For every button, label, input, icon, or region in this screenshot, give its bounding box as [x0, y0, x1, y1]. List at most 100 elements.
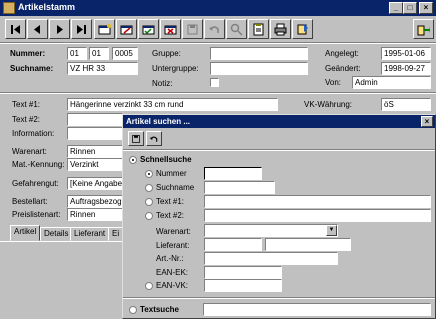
preislistenart-input[interactable]: Rinnen [67, 208, 123, 221]
nummer-part3-input[interactable]: 0005 [112, 47, 138, 60]
tools-button[interactable] [292, 19, 313, 39]
notes-button[interactable] [248, 19, 269, 39]
header-separator [0, 92, 436, 94]
dialog-title: Artikel suchen ... [126, 117, 191, 126]
gefahrengut-label: Gefahrengut: [12, 179, 59, 188]
dialog-suchname-label: Suchname [156, 183, 195, 192]
nummer-part2-input[interactable]: 01 [89, 47, 109, 60]
information-label: Information: [12, 129, 55, 138]
dialog-toolbar-separator [123, 149, 435, 151]
search-icon [230, 23, 243, 36]
print-button[interactable] [270, 19, 291, 39]
app-icon [3, 2, 15, 14]
textsuche-radio[interactable] [129, 306, 137, 314]
dialog-eanek-input[interactable] [204, 266, 282, 279]
gruppe-label: Gruppe: [152, 49, 181, 58]
dialog-lieferant-code-input[interactable] [204, 238, 262, 251]
eanvk-radio[interactable] [145, 282, 153, 290]
exit-button[interactable] [413, 19, 434, 39]
von-field: Admin [352, 76, 431, 89]
tab-details[interactable]: Details [40, 227, 73, 241]
close-button[interactable]: × [419, 2, 433, 14]
untergruppe-label: Untergruppe: [152, 64, 199, 73]
next-record-button[interactable] [49, 19, 70, 39]
matkennung-input[interactable]: Verzinkt [67, 158, 123, 171]
text1-radio[interactable] [145, 198, 153, 206]
dialog-text1-label: Text #1: [156, 197, 185, 206]
tab-panel-edge [0, 241, 122, 242]
text2-input[interactable] [67, 113, 123, 126]
dialog-artnr-label: Art.-Nr.: [156, 254, 184, 263]
previous-record-icon [34, 24, 40, 34]
nummer-part1-input[interactable]: 01 [67, 47, 87, 60]
information-input[interactable] [67, 127, 123, 140]
text2-label: Text #2: [12, 115, 41, 124]
vk-waehrung-input[interactable]: öS [381, 98, 431, 111]
search-button[interactable] [226, 19, 247, 39]
dialog-eanvk-input[interactable] [204, 279, 282, 292]
dialog-save-button[interactable] [128, 131, 144, 146]
bestellart-label: Bestellart: [12, 197, 48, 206]
last-record-button[interactable] [71, 19, 92, 39]
toolbar-separator [0, 42, 436, 44]
preislistenart-label: Preislistenart: [12, 210, 61, 219]
matkennung-label: Mat.-Kennung: [12, 160, 65, 169]
text1-input[interactable]: Hängerinne verzinkt 33 cm rund [67, 98, 278, 111]
copy-record-button[interactable] [138, 19, 159, 39]
chevron-down-icon[interactable]: ▼ [326, 225, 337, 236]
search-dialog: Artikel suchen ... × Schnellsuche Nummer… [122, 114, 436, 319]
geaendert-field: 1998-09-27 [381, 62, 431, 75]
schnellsuche-radio[interactable] [129, 156, 137, 164]
angelegt-label: Angelegt: [325, 49, 359, 58]
tools-icon [297, 23, 308, 34]
gruppe-input[interactable] [210, 47, 308, 60]
suchname-input[interactable]: VZ HR 33 [67, 62, 138, 75]
edit-record-button[interactable] [116, 19, 137, 39]
dialog-section-separator [123, 297, 435, 299]
nummer-radio[interactable] [145, 170, 153, 178]
dialog-textsuche-input[interactable] [203, 303, 431, 316]
notiz-label: Notiz: [152, 79, 173, 88]
textsuche-label: Textsuche [140, 305, 179, 314]
edit-record-icon [120, 25, 133, 34]
dialog-suchname-input[interactable] [204, 181, 275, 194]
dialog-lieferant-name-input[interactable] [265, 238, 351, 251]
delete-record-button[interactable] [160, 19, 181, 39]
von-label: Von: [325, 78, 342, 87]
tab-einkauf[interactable]: Ei [108, 227, 124, 241]
dialog-undo-button[interactable] [146, 131, 162, 146]
window-title: Artikelstamm [18, 2, 76, 12]
text2-radio[interactable] [145, 212, 153, 220]
dialog-close-button[interactable]: × [421, 116, 433, 127]
maximize-button[interactable]: □ [403, 2, 417, 14]
dialog-nummer-input[interactable] [204, 167, 262, 180]
dialog-artnr-input[interactable] [204, 252, 338, 265]
untergruppe-input[interactable] [210, 62, 308, 75]
dialog-text2-input[interactable] [204, 209, 431, 222]
notiz-checkbox[interactable] [210, 78, 219, 87]
bestellart-input[interactable]: Auftragsbezoge [67, 195, 123, 208]
warenart-input[interactable]: Rinnen [67, 145, 123, 158]
undo-button[interactable] [204, 19, 225, 39]
undo-icon [209, 25, 219, 33]
dialog-text2-label: Text #2: [156, 211, 185, 220]
dialog-undo-icon [149, 136, 158, 142]
window-titlebar[interactable]: Artikelstamm _ □ × [0, 0, 436, 16]
gefahrengut-input[interactable]: [Keine Angabe] [67, 177, 123, 190]
new-record-icon [98, 23, 111, 34]
tab-artikel[interactable]: Artikel [10, 225, 41, 241]
copy-record-icon [142, 25, 155, 34]
dialog-text1-input[interactable] [204, 195, 431, 208]
suchname-radio[interactable] [145, 184, 153, 192]
new-record-button[interactable] [94, 19, 115, 39]
minimize-button[interactable]: _ [389, 2, 403, 14]
dialog-warenart-select[interactable] [204, 224, 338, 237]
first-record-icon [11, 24, 20, 34]
dialog-titlebar[interactable]: Artikel suchen ... [123, 115, 435, 128]
previous-record-button[interactable] [27, 19, 48, 39]
first-record-button[interactable] [5, 19, 26, 39]
tab-lieferant[interactable]: Lieferant [70, 227, 110, 241]
save-button[interactable] [182, 19, 203, 39]
dialog-eanvk-label: EAN-VK: [156, 281, 189, 290]
notes-icon [253, 23, 264, 35]
